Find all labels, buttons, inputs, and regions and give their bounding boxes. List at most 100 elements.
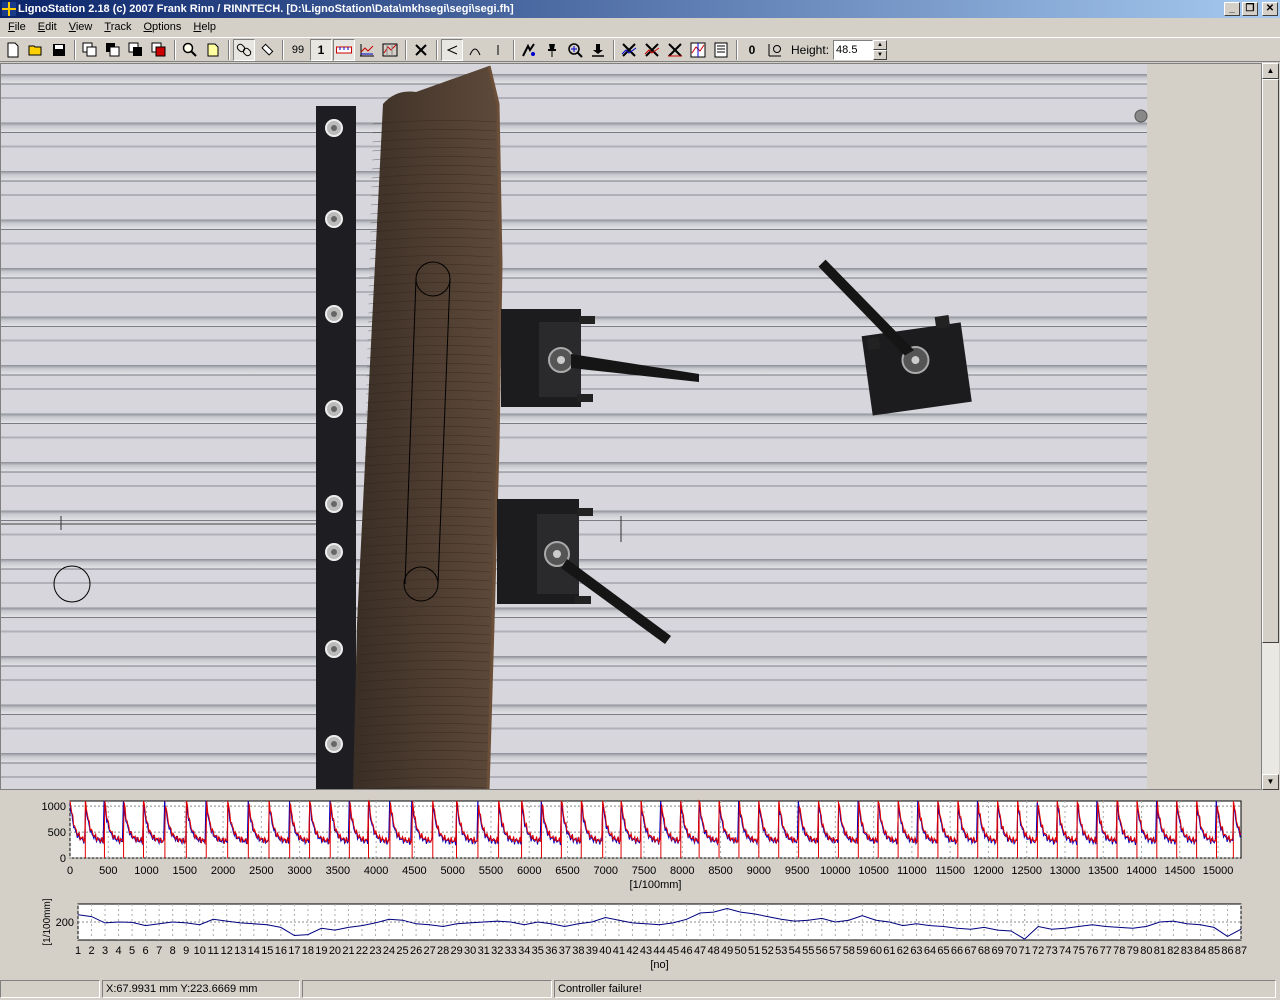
menu-options[interactable]: Options: [137, 19, 187, 36]
x-tick-label: 6: [143, 945, 149, 957]
copy-chart-button[interactable]: [125, 39, 147, 61]
eraser-icon: [261, 43, 274, 56]
download-icon: [592, 43, 604, 57]
copy-data-button[interactable]: [102, 39, 124, 61]
spin-down-button[interactable]: ▼: [873, 49, 888, 60]
density-chart-panel: 0 500 1000 0 500 1000 1500 2000 2500 3000 3500 4000…: [0, 794, 1280, 896]
x-tick-label: 12000: [973, 865, 1004, 877]
new-file-button[interactable]: [2, 39, 24, 61]
height-input[interactable]: 48.5: [833, 39, 874, 60]
curve-tool-button[interactable]: [464, 39, 486, 61]
delete-all-button[interactable]: [664, 39, 686, 61]
density-chart[interactable]: 050010000 500 1000 1500 2000 2500 3000 3500 4000…: [0, 794, 1280, 896]
sample-photo[interactable]: [1, 64, 1262, 790]
scroll-down-arrow[interactable]: ▼: [1262, 774, 1279, 790]
x-tick-label: 13: [234, 945, 246, 957]
save-file-button[interactable]: [48, 39, 70, 61]
x-tick-label: 47: [694, 945, 706, 957]
x-tick-label: 9: [183, 945, 189, 957]
restore-button[interactable]: ❐: [1242, 2, 1258, 16]
x-tick-label: 10500: [858, 865, 889, 877]
delete-ring-button[interactable]: [618, 39, 640, 61]
x-tick-label: 33: [505, 945, 517, 957]
measure-chart-button[interactable]: [687, 39, 709, 61]
zero-button[interactable]: 0: [741, 39, 763, 61]
sample-tool-button[interactable]: [518, 39, 540, 61]
x-tick-label: 62: [897, 945, 909, 957]
zoom-button[interactable]: [179, 39, 201, 61]
scroll-thumb[interactable]: [1262, 79, 1279, 643]
count-1-button[interactable]: 1: [310, 38, 332, 61]
x-tick-label: 60: [870, 945, 882, 957]
vertical-line-icon: [497, 44, 499, 55]
ringwidth-chart[interactable]: 200[1/100mm]1 2 3 4 5 6 7 8 9 10 11 12 13 14 15 16 17 18 1…: [0, 898, 1280, 976]
x-tick-label: 52: [762, 945, 774, 957]
ruler-button[interactable]: [333, 38, 355, 61]
x-tick-label: 10: [194, 945, 206, 957]
x-tick-label: 67: [964, 945, 976, 957]
y-tick-label: 500: [48, 827, 66, 839]
x-tick-label: 500: [99, 865, 117, 877]
x-tick-label: 21: [342, 945, 354, 957]
title-bar: LignoStation 2.18 (c) 2007 Frank Rinn / …: [0, 0, 1280, 18]
x-tick-label: 8000: [670, 865, 694, 877]
close-button[interactable]: ✕: [1262, 2, 1278, 16]
x-tick-label: 17: [288, 945, 300, 957]
eraser-tool-button[interactable]: [256, 39, 278, 61]
spin-up-button[interactable]: ▲: [873, 39, 888, 50]
x-tick-label: 1: [75, 945, 81, 957]
report-icon: [714, 42, 728, 57]
page-button[interactable]: [202, 39, 224, 61]
minimize-button[interactable]: _: [1224, 2, 1240, 16]
x-tick-label: 7500: [632, 865, 656, 877]
menu-edit[interactable]: Edit: [32, 19, 63, 36]
x-tick-label: 74: [1059, 945, 1071, 957]
scroll-up-arrow[interactable]: ▲: [1262, 63, 1279, 79]
open-file-button[interactable]: [25, 39, 47, 61]
x-tick-label: 8: [170, 945, 176, 957]
line-tool-button[interactable]: [487, 39, 509, 61]
status-cell-empty-1: [0, 980, 100, 998]
link-tool-button[interactable]: [233, 38, 255, 61]
menu-view[interactable]: View: [63, 19, 99, 36]
sample-icon: [522, 42, 535, 56]
x-tick-label: 14000: [1126, 865, 1157, 877]
image-scrollbar[interactable]: ▲ ▼: [1262, 63, 1279, 790]
count-99-button[interactable]: 99: [287, 39, 309, 61]
delete-red-button[interactable]: [641, 39, 663, 61]
status-coordinates: X:67.9931 mm Y:223.6669 mm: [102, 980, 300, 998]
x-tick-label: 86: [1221, 945, 1233, 957]
copy-chart-icon: [128, 42, 142, 56]
download-button[interactable]: [587, 39, 609, 61]
copy-red-button[interactable]: [148, 39, 170, 61]
x-tick-label: 51: [748, 945, 760, 957]
x-tick-label: 63: [910, 945, 922, 957]
x-tick-label: 13500: [1088, 865, 1119, 877]
report-button[interactable]: [710, 39, 732, 61]
menu-file[interactable]: File: [2, 19, 32, 36]
chart-grid-button[interactable]: [379, 39, 401, 61]
height-spinner[interactable]: 48.5 ▲ ▼: [833, 39, 888, 60]
y-axis-label: [1/100mm]: [42, 898, 53, 945]
delete-red-icon: [644, 42, 660, 57]
measure-chart-icon: [690, 42, 706, 57]
angle-tool-button[interactable]: [441, 38, 463, 61]
y-tick-label: 0: [60, 853, 66, 865]
pin-tool-button[interactable]: [541, 39, 563, 61]
magnifier-icon: [182, 42, 197, 57]
chart-view-button[interactable]: [356, 39, 378, 61]
level-zero-button[interactable]: [764, 39, 786, 61]
image-pane[interactable]: [0, 63, 1262, 790]
delete-button[interactable]: [410, 39, 432, 61]
zoom-region-button[interactable]: [564, 39, 586, 61]
toolbar: 99 1 0 Height: 48.5 ▲ ▼: [0, 37, 1280, 62]
x-tick-label: 37: [559, 945, 571, 957]
menu-track[interactable]: Track: [98, 19, 137, 36]
menu-help[interactable]: Help: [187, 19, 222, 36]
x-tick-label: 59: [856, 945, 868, 957]
status-message: Controller failure!: [554, 980, 1276, 998]
x-tick-label: 41: [613, 945, 625, 957]
x-tick-label: 14500: [1164, 865, 1195, 877]
x-tick-label: 4: [116, 945, 122, 957]
copy-image-button[interactable]: [79, 39, 101, 61]
